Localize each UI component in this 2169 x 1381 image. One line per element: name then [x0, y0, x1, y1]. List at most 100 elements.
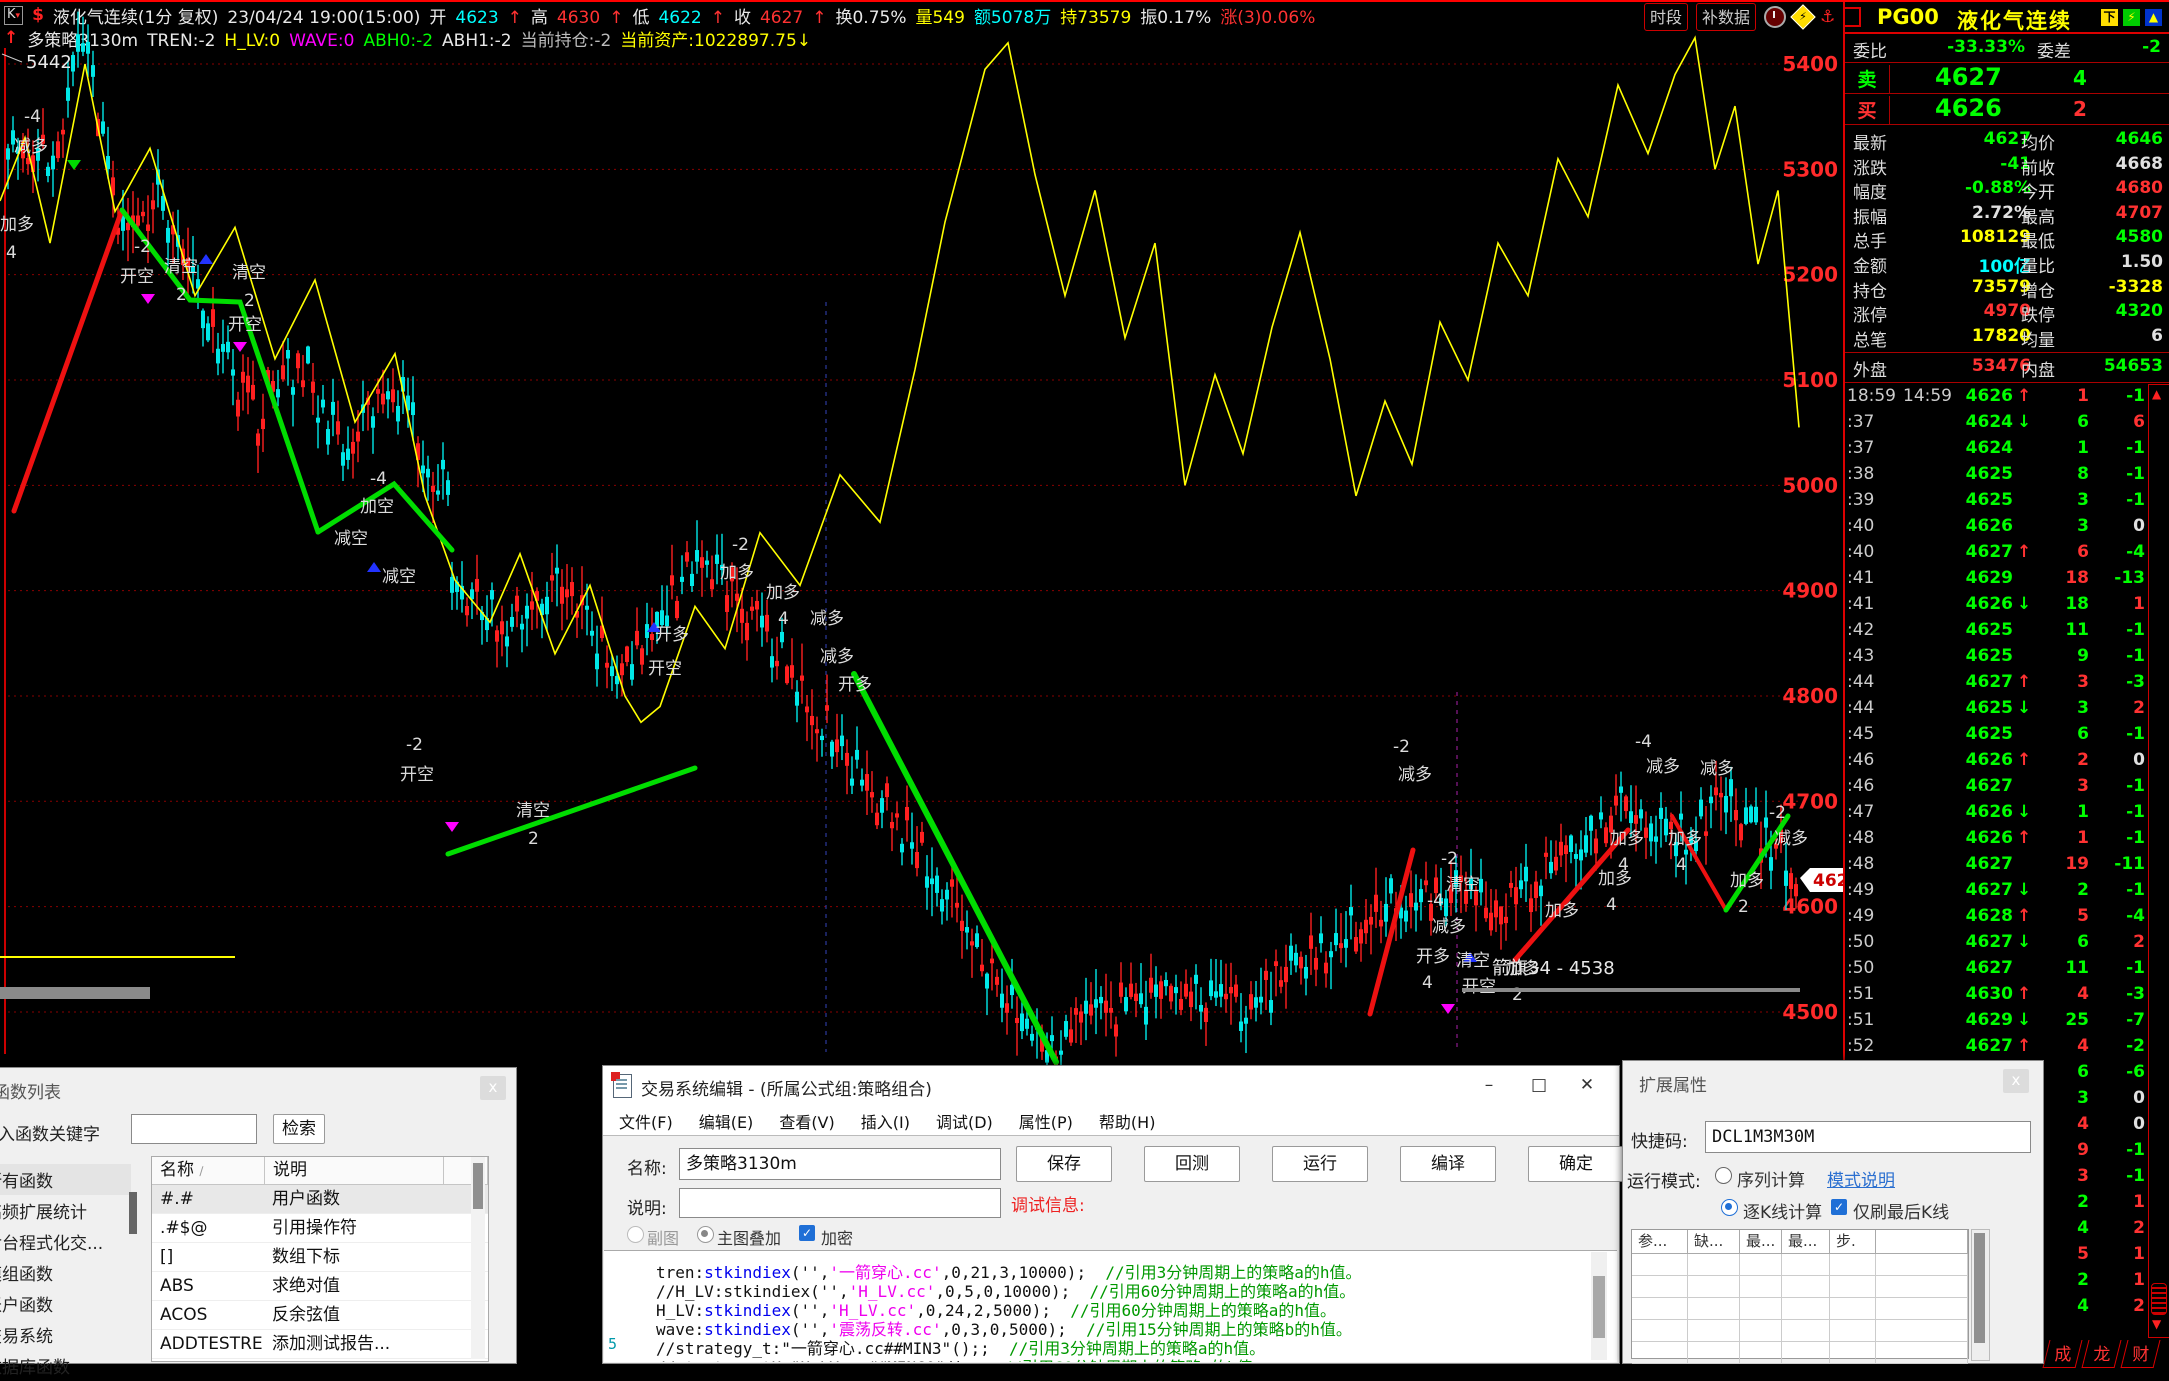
- svg-text:减空: 减空: [382, 567, 416, 587]
- name-input[interactable]: 多策略3130m: [679, 1148, 1001, 1180]
- button-编译[interactable]: 编译: [1400, 1146, 1496, 1182]
- category-item[interactable]: 后台程式化交...: [0, 1226, 131, 1257]
- refresh-last-bar-checkbox[interactable]: ✓: [1831, 1199, 1847, 1215]
- menu-item[interactable]: 编辑(E): [699, 1109, 754, 1133]
- category-item[interactable]: 账户函数: [0, 1288, 131, 1319]
- category-scrollbar[interactable]: [127, 1164, 139, 1354]
- menu-item[interactable]: 调试(D): [936, 1109, 993, 1133]
- formula-code-editor[interactable]: tren:stkindiex('','一箭穿心.cc',0,21,3,10000…: [604, 1250, 1617, 1362]
- function-list-title: 函数列表: [0, 1083, 61, 1103]
- category-item[interactable]: 数据库函数: [0, 1350, 131, 1381]
- dialog-titlebar[interactable]: 交易系统编辑 - (所属公式组:策略组合) – □ ✕: [603, 1066, 1619, 1107]
- svg-text:加多: 加多: [1730, 871, 1764, 891]
- search-button[interactable]: 检索: [273, 1114, 325, 1144]
- encrypt-checkbox[interactable]: ✓: [799, 1225, 815, 1241]
- tick-row: :51 4630 ↑ 4 -3: [1847, 984, 2145, 1004]
- svg-text:开多: 开多: [1416, 947, 1450, 967]
- category-item[interactable]: 模组函数: [0, 1257, 131, 1288]
- desc-input[interactable]: [679, 1188, 1001, 1218]
- button-确定[interactable]: 确定: [1528, 1146, 1624, 1182]
- bottom-right-tabs: 成龙财: [2042, 1340, 2161, 1368]
- scroll-up-icon[interactable]: ▲: [2152, 387, 2161, 401]
- category-item[interactable]: 交易系统: [0, 1319, 131, 1350]
- search-input[interactable]: [131, 1114, 257, 1144]
- button-运行[interactable]: 运行: [1272, 1146, 1368, 1182]
- shortcut-input[interactable]: DCL1M3M30M: [1705, 1121, 2031, 1153]
- svg-text:-2: -2: [406, 735, 423, 755]
- ask-size: 4: [2073, 66, 2087, 90]
- svg-text:2: 2: [1738, 897, 1749, 917]
- session-button[interactable]: 时段: [1644, 3, 1689, 31]
- main-chart-overlay-label: 主图叠加: [717, 1229, 782, 1248]
- function-row[interactable]: [] 数组下标: [152, 1243, 488, 1272]
- anchor-icon[interactable]: ⚓: [1820, 7, 1835, 27]
- button-回测[interactable]: 回测: [1144, 1146, 1240, 1182]
- up-badge-icon[interactable]: ▲: [2145, 9, 2162, 26]
- fill-data-button[interactable]: 补数据: [1696, 3, 1757, 31]
- svg-text:5442: 5442: [26, 52, 72, 73]
- function-row[interactable]: ACOS 反余弦值: [152, 1301, 488, 1330]
- param-table-scrollbar[interactable]: [1971, 1229, 1990, 1361]
- sub-chart-radio[interactable]: [627, 1226, 644, 1243]
- tab-财[interactable]: 财: [2120, 1340, 2161, 1368]
- svg-text:减多: 减多: [1774, 829, 1808, 849]
- tab-龙[interactable]: 龙: [2081, 1340, 2122, 1368]
- svg-text:4900: 4900: [1782, 579, 1838, 603]
- menu-item[interactable]: 属性(P): [1019, 1109, 1073, 1133]
- menu-item[interactable]: 帮助(H): [1099, 1109, 1156, 1133]
- svg-text:加多: 加多: [1668, 829, 1702, 849]
- sequence-calc-label: 序列计算: [1737, 1171, 1805, 1191]
- svg-text:加多: 加多: [1545, 901, 1579, 921]
- svg-text:开空: 开空: [1462, 977, 1496, 997]
- per-bar-calc-radio[interactable]: [1721, 1199, 1738, 1216]
- function-table[interactable]: 名称 ∕ 说明 #.# 用户函数 .#$@ 引用操作符[] 数组下标 ABS 求绝对值 ACOS 反…: [151, 1156, 489, 1362]
- mode-help-link[interactable]: 模式说明: [1827, 1171, 1895, 1191]
- maximize-icon[interactable]: □: [1519, 1072, 1559, 1098]
- function-row[interactable]: .#$@ 引用操作符: [152, 1214, 488, 1243]
- close-icon[interactable]: x: [2003, 1069, 2029, 1093]
- weibi-row: 委比 -33.33% 委差 -2: [1845, 34, 2169, 63]
- svg-text:减多: 减多: [1432, 917, 1466, 937]
- category-item[interactable]: 高频扩展统计: [0, 1195, 131, 1226]
- sequence-calc-radio[interactable]: [1715, 1167, 1732, 1184]
- tick-row: :50 4627 ↓ 6 2: [1847, 932, 2145, 952]
- svg-text:减多: 减多: [1700, 759, 1734, 779]
- function-table-scrollbar[interactable]: [471, 1157, 485, 1359]
- close-icon[interactable]: x: [480, 1076, 506, 1100]
- scroll-thumb[interactable]: [2151, 1283, 2167, 1315]
- bid-price: 4626: [1935, 94, 2002, 122]
- function-category-list[interactable]: 所有函数高频扩展统计后台程式化交...模组函数账户函数交易系统数据库函数: [0, 1164, 131, 1378]
- menu-item[interactable]: 查看(V): [779, 1109, 834, 1133]
- tab-成[interactable]: 成: [2042, 1340, 2083, 1368]
- code-scrollbar[interactable]: [1591, 1252, 1607, 1360]
- tick-row: :44 4627 ↑ 3 -3: [1847, 672, 2145, 692]
- bolt-badge-icon[interactable]: ⚡: [2123, 9, 2140, 26]
- extended-attrs-window: 扩展属性 x 快捷码: DCL1M3M30M 运行模式: 序列计算 模式说明 逐…: [1622, 1060, 2044, 1364]
- down-badge-icon[interactable]: 下: [2101, 9, 2118, 26]
- menu-item[interactable]: 文件(F): [619, 1109, 673, 1133]
- tick-row: :52 4627 ↑ 4 -2: [1847, 1036, 2145, 1056]
- ask-row[interactable]: 卖 4627 4: [1845, 63, 2169, 94]
- lightning-diamond-icon[interactable]: ⚡: [1790, 4, 1816, 30]
- tick-row: :45 4625 6 -1: [1847, 724, 2145, 744]
- button-保存[interactable]: 保存: [1016, 1146, 1112, 1182]
- param-table[interactable]: 参... 缺... 最... 最... 步.: [1631, 1229, 1969, 1364]
- tick-scrollbar[interactable]: ▲ ▼: [2148, 384, 2169, 1338]
- category-item[interactable]: 所有函数: [0, 1164, 131, 1195]
- function-row[interactable]: ABS 求绝对值: [152, 1272, 488, 1301]
- function-row[interactable]: #.# 用户函数: [152, 1185, 488, 1214]
- function-row[interactable]: ADDTESTREP...添加测试报告...: [152, 1330, 488, 1359]
- main-chart-overlay-radio[interactable]: [697, 1226, 714, 1243]
- scroll-down-icon[interactable]: ▼: [2152, 1317, 2161, 1331]
- desc-label: 说明:: [627, 1199, 667, 1219]
- sub-chart-radio-label: 副图: [647, 1229, 680, 1248]
- minimize-icon[interactable]: –: [1469, 1072, 1509, 1098]
- window-icon[interactable]: [1843, 7, 1862, 27]
- bid-row[interactable]: 买 4626 2: [1845, 94, 2169, 125]
- runmode-label: 运行模式:: [1627, 1172, 1701, 1192]
- close-icon[interactable]: ✕: [1567, 1072, 1607, 1098]
- tick-row: :42 4625 11 -1: [1847, 620, 2145, 640]
- svg-text:箭旗34 - 4538: 箭旗34 - 4538: [1492, 958, 1615, 979]
- menu-item[interactable]: 插入(I): [861, 1109, 910, 1133]
- clock-icon[interactable]: [1764, 6, 1787, 28]
